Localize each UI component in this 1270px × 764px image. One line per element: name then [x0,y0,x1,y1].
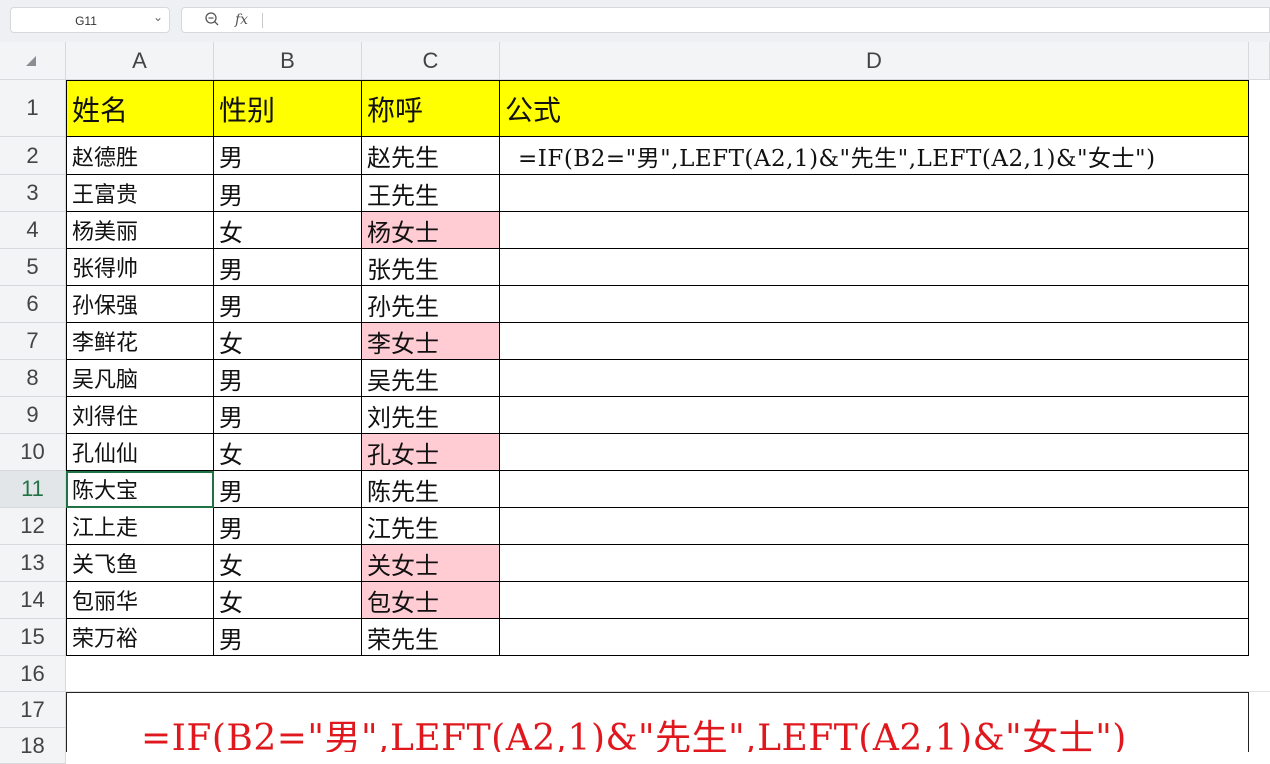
name-box[interactable]: G11 ⌄ [10,7,170,33]
row-header[interactable]: 2 [0,137,66,175]
row-header[interactable]: 18 [0,728,66,764]
header-cell-formula[interactable]: 公式 [500,80,1249,137]
salutation-cell[interactable]: 李女士 [362,323,500,360]
name-cell[interactable]: 王富贵 [66,175,214,212]
salutation-cell[interactable]: 孔女士 [362,434,500,471]
formula-column-cell[interactable] [500,360,1249,397]
row-header[interactable]: 17 [0,692,66,728]
name-cell[interactable]: 张得帅 [66,249,214,286]
select-all-corner[interactable] [0,42,66,80]
gender-cell[interactable]: 女 [214,582,362,619]
formula-column-cell[interactable] [500,471,1249,508]
gender-cell[interactable]: 男 [214,508,362,545]
formula-column-cell[interactable] [500,582,1249,619]
formula-column-cell[interactable] [500,286,1249,323]
column-header-e[interactable] [1249,42,1270,80]
row-header[interactable]: 3 [0,175,66,212]
salutation-cell[interactable]: 陈先生 [362,471,500,508]
row-header[interactable]: 6 [0,286,66,323]
salutation-cell[interactable]: 吴先生 [362,360,500,397]
gender-cell[interactable]: 男 [214,249,362,286]
row-header[interactable]: 4 [0,212,66,249]
formula-column-cell[interactable] [500,175,1249,212]
gender-cell[interactable]: 男 [214,137,362,175]
formula-input[interactable]: fx [181,7,1270,33]
formula-text-box[interactable]: =IF(B2="男",LEFT(A2,1)&"先生",LEFT(A2,1)&"女… [66,692,1249,752]
name-cell[interactable]: 孔仙仙 [66,434,214,471]
big-formula-text: =IF(B2="男",LEFT(A2,1)&"先生",LEFT(A2,1)&"女… [141,718,1127,752]
row-header[interactable]: 12 [0,508,66,545]
column-header-a[interactable]: A [66,42,214,80]
row-header[interactable]: 8 [0,360,66,397]
salutation-cell[interactable]: 杨女士 [362,212,500,249]
formula-column-cell[interactable] [500,249,1249,286]
name-cell[interactable]: 赵德胜 [66,137,214,175]
name-cell[interactable]: 江上走 [66,508,214,545]
row-header[interactable]: 11 [0,471,66,508]
row-header[interactable]: 1 [0,80,66,137]
gender-cell[interactable]: 女 [214,212,362,249]
name-cell[interactable]: 关飞鱼 [66,545,214,582]
row-header[interactable]: 10 [0,434,66,471]
row-header[interactable]: 5 [0,249,66,286]
name-cell[interactable]: 杨美丽 [66,212,214,249]
row-header[interactable]: 16 [0,656,66,692]
header-cell-gender[interactable]: 性别 [214,80,362,137]
zoom-icon[interactable] [204,11,220,32]
salutation-cell[interactable]: 江先生 [362,508,500,545]
row-header[interactable]: 7 [0,323,66,360]
name-cell[interactable]: 李鲜花 [66,323,214,360]
gender-cell[interactable]: 男 [214,360,362,397]
salutation-cell[interactable]: 刘先生 [362,397,500,434]
salutation-cell[interactable]: 张先生 [362,249,500,286]
formula-bar: G11 ⌄ fx [0,0,1270,43]
header-cell-name[interactable]: 姓名 [66,80,214,137]
gender-cell[interactable]: 男 [214,619,362,656]
name-cell[interactable]: 陈大宝 [66,471,214,508]
gender-cell[interactable]: 女 [214,545,362,582]
name-cell[interactable]: 吴凡脑 [66,360,214,397]
select-all-icon[interactable] [26,56,36,66]
salutation-cell[interactable]: 孙先生 [362,286,500,323]
name-cell[interactable]: 荣万裕 [66,619,214,656]
header-cell-title[interactable]: 称呼 [362,80,500,137]
chevron-down-icon[interactable]: ⌄ [153,10,163,24]
name-cell[interactable]: 刘得住 [66,397,214,434]
formula-column-cell[interactable] [500,434,1249,471]
row-header[interactable]: 9 [0,397,66,434]
name-cell[interactable]: 包丽华 [66,582,214,619]
gender-cell[interactable]: 男 [214,471,362,508]
gender-cell[interactable]: 男 [214,397,362,434]
name-cell[interactable]: 孙保强 [66,286,214,323]
fx-icon[interactable]: fx [235,12,248,28]
salutation-cell[interactable]: 关女士 [362,545,500,582]
salutation-cell[interactable]: 荣先生 [362,619,500,656]
row-header[interactable]: 13 [0,545,66,582]
formula-column-cell[interactable] [500,397,1249,434]
salutation-cell[interactable]: 王先生 [362,175,500,212]
row-header[interactable]: 15 [0,619,66,656]
formula-column-cell[interactable] [500,323,1249,360]
formula-cell-d2[interactable]: =IF(B2="男",LEFT(A2,1)&"先生",LEFT(A2,1)&"女… [500,137,1249,175]
gender-cell[interactable]: 男 [214,286,362,323]
salutation-cell[interactable]: 赵先生 [362,137,500,175]
column-header-b[interactable]: B [214,42,362,80]
gender-cell[interactable]: 女 [214,434,362,471]
salutation-cell[interactable]: 包女士 [362,582,500,619]
column-header-d[interactable]: D [500,42,1249,80]
row-header[interactable]: 14 [0,582,66,619]
formula-divider [262,13,263,28]
gender-cell[interactable]: 男 [214,175,362,212]
gender-cell[interactable]: 女 [214,323,362,360]
formula-column-cell[interactable] [500,545,1249,582]
formula-column-cell[interactable] [500,212,1249,249]
column-header-c[interactable]: C [362,42,500,80]
cell-reference: G11 [75,14,97,28]
formula-column-cell[interactable] [500,619,1249,656]
formula-column-cell[interactable] [500,508,1249,545]
